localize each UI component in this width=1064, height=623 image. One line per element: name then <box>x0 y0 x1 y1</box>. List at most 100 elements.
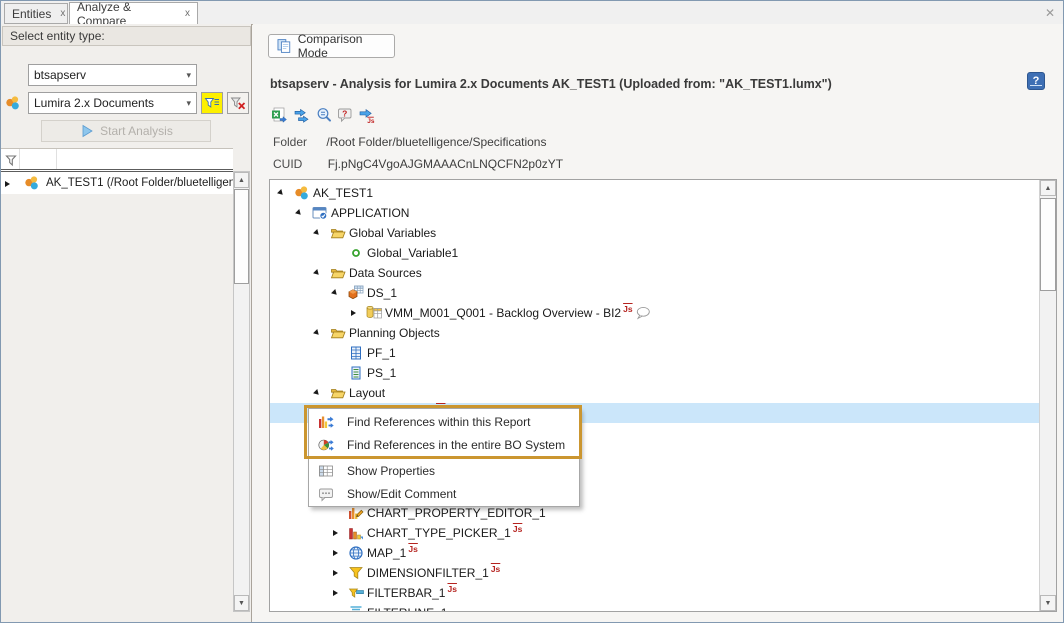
show-edit-comment-icon <box>318 486 334 502</box>
tab-entities[interactable]: Entities x <box>4 3 68 24</box>
tree-scrollbar[interactable]: ▲ ▼ <box>1039 180 1056 611</box>
chart-property-editor-icon <box>348 505 364 521</box>
tree-item-ak-test1[interactable]: AK_TEST1 <box>270 183 1040 203</box>
menu-item-find-references-within-this-report[interactable]: Find References within this Report <box>309 410 579 433</box>
expand-icon[interactable] <box>330 583 348 603</box>
tree-item-filterline-1[interactable]: FILTERLINE_1 <box>270 603 1040 612</box>
folder-open-icon <box>330 225 346 241</box>
tree-item-data-sources[interactable]: Data Sources <box>270 263 1040 283</box>
entity-type-dropdown[interactable]: Lumira 2.x Documents ▾ <box>28 92 197 114</box>
comment-bubble-icon <box>635 305 651 321</box>
tree-item-label: DS_1 <box>367 286 397 300</box>
expand-icon[interactable] <box>330 523 348 543</box>
comment-help-button[interactable] <box>335 105 355 125</box>
search-zoom-button[interactable] <box>314 105 334 125</box>
collapse-icon[interactable] <box>330 283 348 303</box>
scroll-down-icon[interactable]: ▼ <box>1040 595 1056 611</box>
scroll-up-icon[interactable]: ▲ <box>1040 180 1056 196</box>
expand-icon[interactable] <box>330 543 348 563</box>
entity-grid-filter-row[interactable] <box>1 148 233 169</box>
collapse-icon[interactable] <box>312 263 330 283</box>
chart-type-picker-icon <box>348 525 364 541</box>
tree-item-planning-objects[interactable]: Planning Objects <box>270 323 1040 343</box>
expand-icon[interactable] <box>5 174 19 192</box>
chevron-down-icon[interactable]: ▾ <box>186 98 196 109</box>
menu-item-find-references-in-the-entire-bo-system[interactable]: Find References in the entire BO System <box>309 433 579 456</box>
variable-icon <box>348 245 364 261</box>
clear-filter-button[interactable] <box>227 92 249 114</box>
scroll-up-icon[interactable]: ▲ <box>234 172 249 188</box>
tab-bar: Entities x Analyze & Compare x ✕ <box>1 1 1063 25</box>
system-dropdown[interactable]: btsapserv ▾ <box>28 64 197 86</box>
folder-open-icon <box>330 265 346 281</box>
tree-item-chart-type-picker-1[interactable]: CHART_TYPE_PICKER_1Js <box>270 523 1040 543</box>
entity-type-dropdown-value: Lumira 2.x Documents <box>34 96 154 110</box>
tree-item-label: PF_1 <box>367 346 396 360</box>
tree-item-pf-1[interactable]: PF_1 <box>270 343 1040 363</box>
menu-item-show-properties[interactable]: Show Properties <box>309 459 579 482</box>
excel-export-button[interactable] <box>269 105 289 125</box>
expand-references-icon <box>294 107 310 123</box>
tree-item-layout[interactable]: Layout <box>270 383 1040 403</box>
collapse-icon[interactable] <box>276 183 294 203</box>
tab-close-icon[interactable]: x <box>185 8 190 19</box>
tab-analyze-compare[interactable]: Analyze & Compare x <box>69 2 198 25</box>
cuid-value: Fj.pNgC4VgoAJGMAAACnLNQCFN2p0zYT <box>328 157 563 171</box>
collapse-icon[interactable] <box>312 223 330 243</box>
tree-item-vmm-m001-q001-backlog-overview-bi2[interactable]: VMM_M001_Q001 - Backlog Overview - BI2Js <box>270 303 1040 323</box>
menu-item-show-edit-comment[interactable]: Show/Edit Comment <box>309 482 579 505</box>
app-window: Entities x Analyze & Compare x ✕ Select … <box>0 0 1064 623</box>
find-references-bo-system-icon <box>318 437 334 453</box>
tree-item-global-variables[interactable]: Global Variables <box>270 223 1040 243</box>
tree-item-label: CHART_PROPERTY_EDITOR_1 <box>367 506 546 520</box>
set-filter-icon <box>204 95 220 111</box>
scrollbar-thumb[interactable] <box>1040 198 1056 291</box>
expand-icon[interactable] <box>348 303 366 323</box>
tree-rows: AK_TEST1 APPLICATIONGlobal Variables Globa… <box>270 180 1040 612</box>
menu-separator <box>311 457 577 458</box>
tree-item-label: FILTERLINE_1 <box>367 606 447 612</box>
sidebar-scrollbar[interactable]: ▲ ▼ <box>233 171 250 612</box>
tree-item-filterbar-1[interactable]: FILTERBAR_1Js <box>270 583 1040 603</box>
query-icon <box>366 305 382 321</box>
help-button[interactable]: ? <box>1027 72 1045 90</box>
tree-item-map-1[interactable]: MAP_1Js <box>270 543 1040 563</box>
menu-item-label: Show Properties <box>347 464 435 478</box>
tree-item-label: AK_TEST1 <box>313 186 373 200</box>
find-references-report-icon <box>318 414 334 430</box>
tab-entities-label: Entities <box>12 7 51 21</box>
collapse-icon[interactable] <box>294 203 312 223</box>
expand-references-button[interactable] <box>292 105 312 125</box>
comparison-mode-label: Comparison Mode <box>298 32 394 60</box>
js-reference-marker: Js <box>408 544 417 554</box>
context-menu: Find References within this ReportFind R… <box>308 408 580 507</box>
scroll-down-icon[interactable]: ▼ <box>234 595 249 611</box>
tree-item-ds-1[interactable]: DS_1 <box>270 283 1040 303</box>
collapse-icon[interactable] <box>312 383 330 403</box>
tree-item-dimensionfilter-1[interactable]: DIMENSIONFILTER_1Js <box>270 563 1040 583</box>
js-script-button[interactable] <box>357 105 377 125</box>
collapse-icon[interactable] <box>312 323 330 343</box>
filter-line-icon <box>348 605 364 612</box>
start-analysis-button[interactable]: Start Analysis <box>41 120 211 142</box>
scrollbar-thumb[interactable] <box>234 189 249 284</box>
entity-list-item[interactable]: AK_TEST1 (/Root Folder/bluetelligenc <box>1 172 233 194</box>
set-filter-button[interactable] <box>201 92 223 114</box>
chevron-down-icon[interactable]: ▾ <box>186 70 196 81</box>
grid-column-divider <box>19 149 20 170</box>
tree-item-application[interactable]: APPLICATION <box>270 203 1040 223</box>
excel-export-icon <box>271 107 287 123</box>
tree-item-global-variable1[interactable]: Global_Variable1 <box>270 243 1040 263</box>
folder-open-icon <box>330 325 346 341</box>
tree-item-ps-1[interactable]: PS_1 <box>270 363 1040 383</box>
filter-bar-icon <box>348 585 364 601</box>
comment-question-icon <box>337 107 353 123</box>
tab-close-icon[interactable]: x <box>60 8 65 19</box>
tree-item-label: Global_Variable1 <box>367 246 458 260</box>
close-icon[interactable]: ✕ <box>1045 6 1055 20</box>
tree-item-label: Data Sources <box>349 266 422 280</box>
expand-icon[interactable] <box>330 563 348 583</box>
comparison-mode-button[interactable]: Comparison Mode <box>268 34 395 58</box>
no-expander <box>330 243 348 263</box>
search-zoom-icon <box>316 107 332 123</box>
